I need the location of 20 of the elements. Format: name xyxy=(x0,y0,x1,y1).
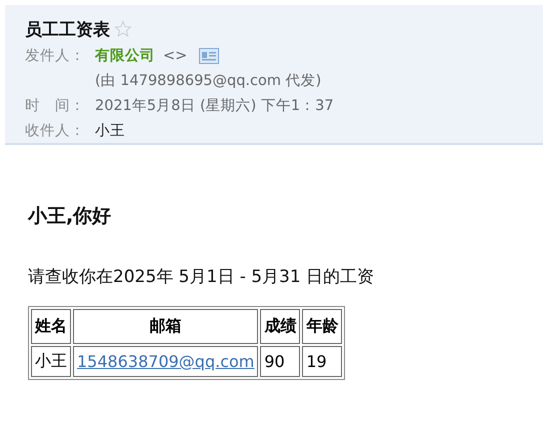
sent-time: 2021年5月8日 (星期六) 下午1：37 xyxy=(95,96,334,115)
star-icon[interactable] xyxy=(114,20,132,38)
table-cell: 19 xyxy=(302,346,342,377)
table-cell: 小王 xyxy=(31,346,71,377)
table-cell: 90 xyxy=(260,346,300,377)
email-subject: 员工工资表 xyxy=(25,18,110,40)
field-label: 收件人： xyxy=(25,122,86,140)
message-text: 请查收你在2025年 5月1日 - 5月31 日的工资 xyxy=(28,266,376,288)
greeting-heading: 小王,你好 xyxy=(28,204,112,229)
field-label: 发件人： xyxy=(25,47,86,65)
column-header: 成绩 xyxy=(260,309,300,344)
column-header: 年龄 xyxy=(302,309,342,344)
sender-address: <> xyxy=(163,48,188,64)
recipient-name: 小王 xyxy=(95,122,125,140)
field-label: 时 间： xyxy=(25,97,86,115)
sender-via: (由 1479898695@qq.com 代发) xyxy=(95,72,322,90)
column-header: 姓名 xyxy=(31,309,71,344)
sender-name[interactable]: 有限公司 xyxy=(95,46,155,65)
contact-card-icon[interactable] xyxy=(199,48,220,64)
column-header: 邮箱 xyxy=(73,309,258,344)
